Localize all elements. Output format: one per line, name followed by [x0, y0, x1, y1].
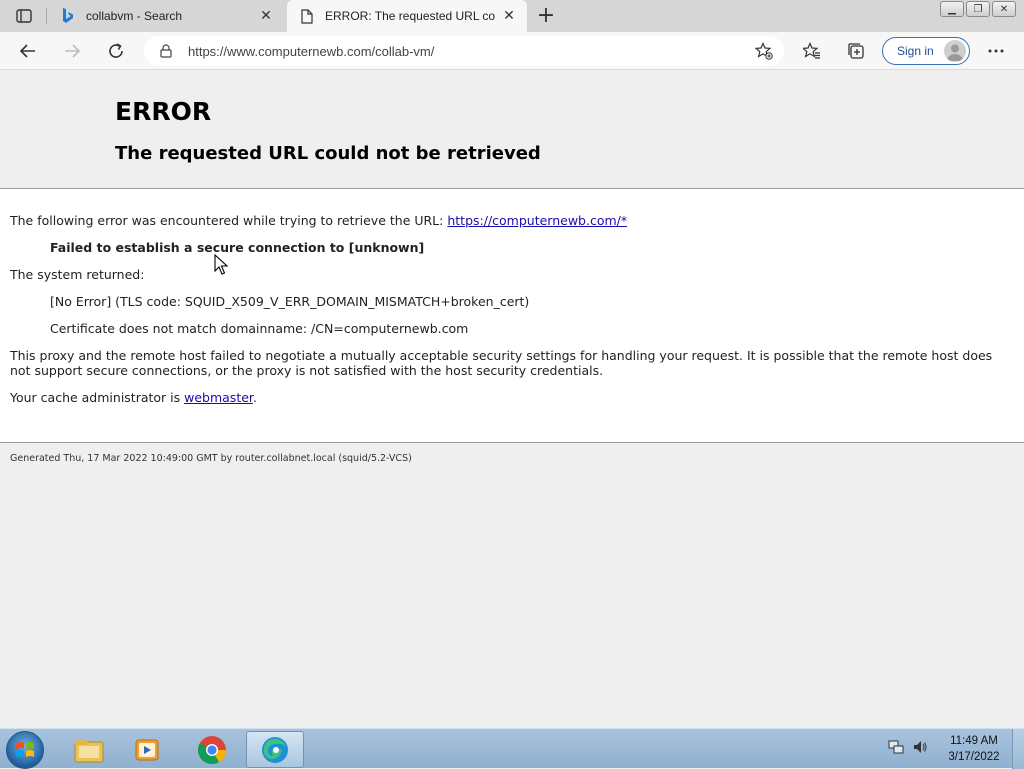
tab-title: collabvm - Search: [86, 9, 183, 23]
admin-prefix: Your cache administrator is: [10, 390, 185, 405]
page-content: ERROR The requested URL could not be ret…: [0, 71, 1024, 728]
system-tray: [888, 739, 928, 759]
tab-strip: collabvm - Search ✕ ERROR: The requested…: [0, 0, 1024, 32]
back-icon[interactable]: [14, 37, 42, 65]
bing-icon: [60, 8, 76, 24]
avatar-icon: [944, 40, 966, 62]
sign-in-label: Sign in: [897, 44, 934, 58]
address-bar[interactable]: https://www.computernewb.com/collab-vm/: [144, 36, 784, 66]
close-tab-icon[interactable]: ✕: [501, 8, 517, 24]
tab-error-page[interactable]: ERROR: The requested URL could not be re…: [287, 0, 527, 32]
system-clock[interactable]: 11:49 AM 3/17/2022: [940, 733, 1008, 765]
window-controls: ▁ ❐ ✕: [940, 1, 1016, 17]
forward-icon[interactable]: [58, 37, 86, 65]
footer-generated-text: Generated Thu, 17 Mar 2022 10:49:00 GMT …: [10, 453, 412, 464]
edge-icon[interactable]: [246, 731, 304, 768]
footer: Generated Thu, 17 Mar 2022 10:49:00 GMT …: [0, 442, 1024, 728]
taskbar: 11:49 AM 3/17/2022: [0, 728, 1024, 769]
tab-collabvm-search[interactable]: collabvm - Search ✕: [48, 0, 284, 32]
more-options-icon[interactable]: [984, 39, 1008, 63]
favorites-icon[interactable]: [800, 39, 824, 63]
clock-time: 11:49 AM: [950, 735, 998, 747]
close-tab-icon[interactable]: ✕: [258, 8, 274, 24]
new-tab-icon[interactable]: +: [534, 4, 558, 28]
show-desktop-button[interactable]: [1012, 729, 1024, 769]
url-text[interactable]: https://www.computernewb.com/collab-vm/: [188, 44, 754, 59]
volume-icon[interactable]: [912, 739, 928, 759]
system-returned-detail: [No Error] (TLS code: SQUID_X509_V_ERR_D…: [50, 294, 530, 309]
requested-url-link[interactable]: https://computernewb.com/*: [447, 213, 627, 228]
page-icon: [299, 8, 315, 24]
tab-divider: [46, 8, 47, 24]
start-button-icon[interactable]: [6, 731, 44, 769]
media-player-icon[interactable]: [118, 731, 176, 768]
page-title: ERROR: [115, 97, 212, 126]
tab-actions-icon[interactable]: [12, 6, 36, 26]
collections-icon[interactable]: [844, 39, 868, 63]
error-header: ERROR The requested URL could not be ret…: [0, 71, 1024, 189]
webmaster-link[interactable]: webmaster: [184, 390, 253, 405]
restore-icon[interactable]: ❐: [966, 1, 990, 17]
system-returned-label: The system returned:: [10, 267, 145, 282]
intro-line: The following error was encountered whil…: [10, 213, 627, 228]
refresh-icon[interactable]: [102, 37, 130, 65]
clock-date: 3/17/2022: [948, 751, 1000, 763]
intro-text: The following error was encountered whil…: [10, 213, 448, 228]
certificate-detail: Certificate does not match domainname: /…: [50, 321, 469, 336]
browser-toolbar: https://www.computernewb.com/collab-vm/ …: [0, 32, 1024, 70]
page-subtitle: The requested URL could not be retrieved: [115, 143, 541, 164]
sign-in-button[interactable]: Sign in: [882, 37, 970, 65]
lock-icon[interactable]: [158, 43, 174, 59]
close-window-icon[interactable]: ✕: [992, 1, 1016, 17]
minimize-icon[interactable]: ▁: [940, 1, 964, 17]
error-message: Failed to establish a secure connection …: [50, 240, 425, 255]
network-icon[interactable]: [888, 739, 904, 759]
tab-title: ERROR: The requested URL could not be re…: [325, 9, 495, 23]
add-favorite-icon[interactable]: [754, 41, 774, 61]
mouse-cursor-icon: [214, 253, 229, 280]
admin-suffix: .: [252, 390, 257, 405]
admin-line: Your cache administrator is webmaster.: [10, 390, 257, 405]
explanation-text: This proxy and the remote host failed to…: [10, 348, 993, 378]
chrome-icon[interactable]: [183, 731, 241, 768]
file-explorer-icon[interactable]: [60, 731, 118, 768]
